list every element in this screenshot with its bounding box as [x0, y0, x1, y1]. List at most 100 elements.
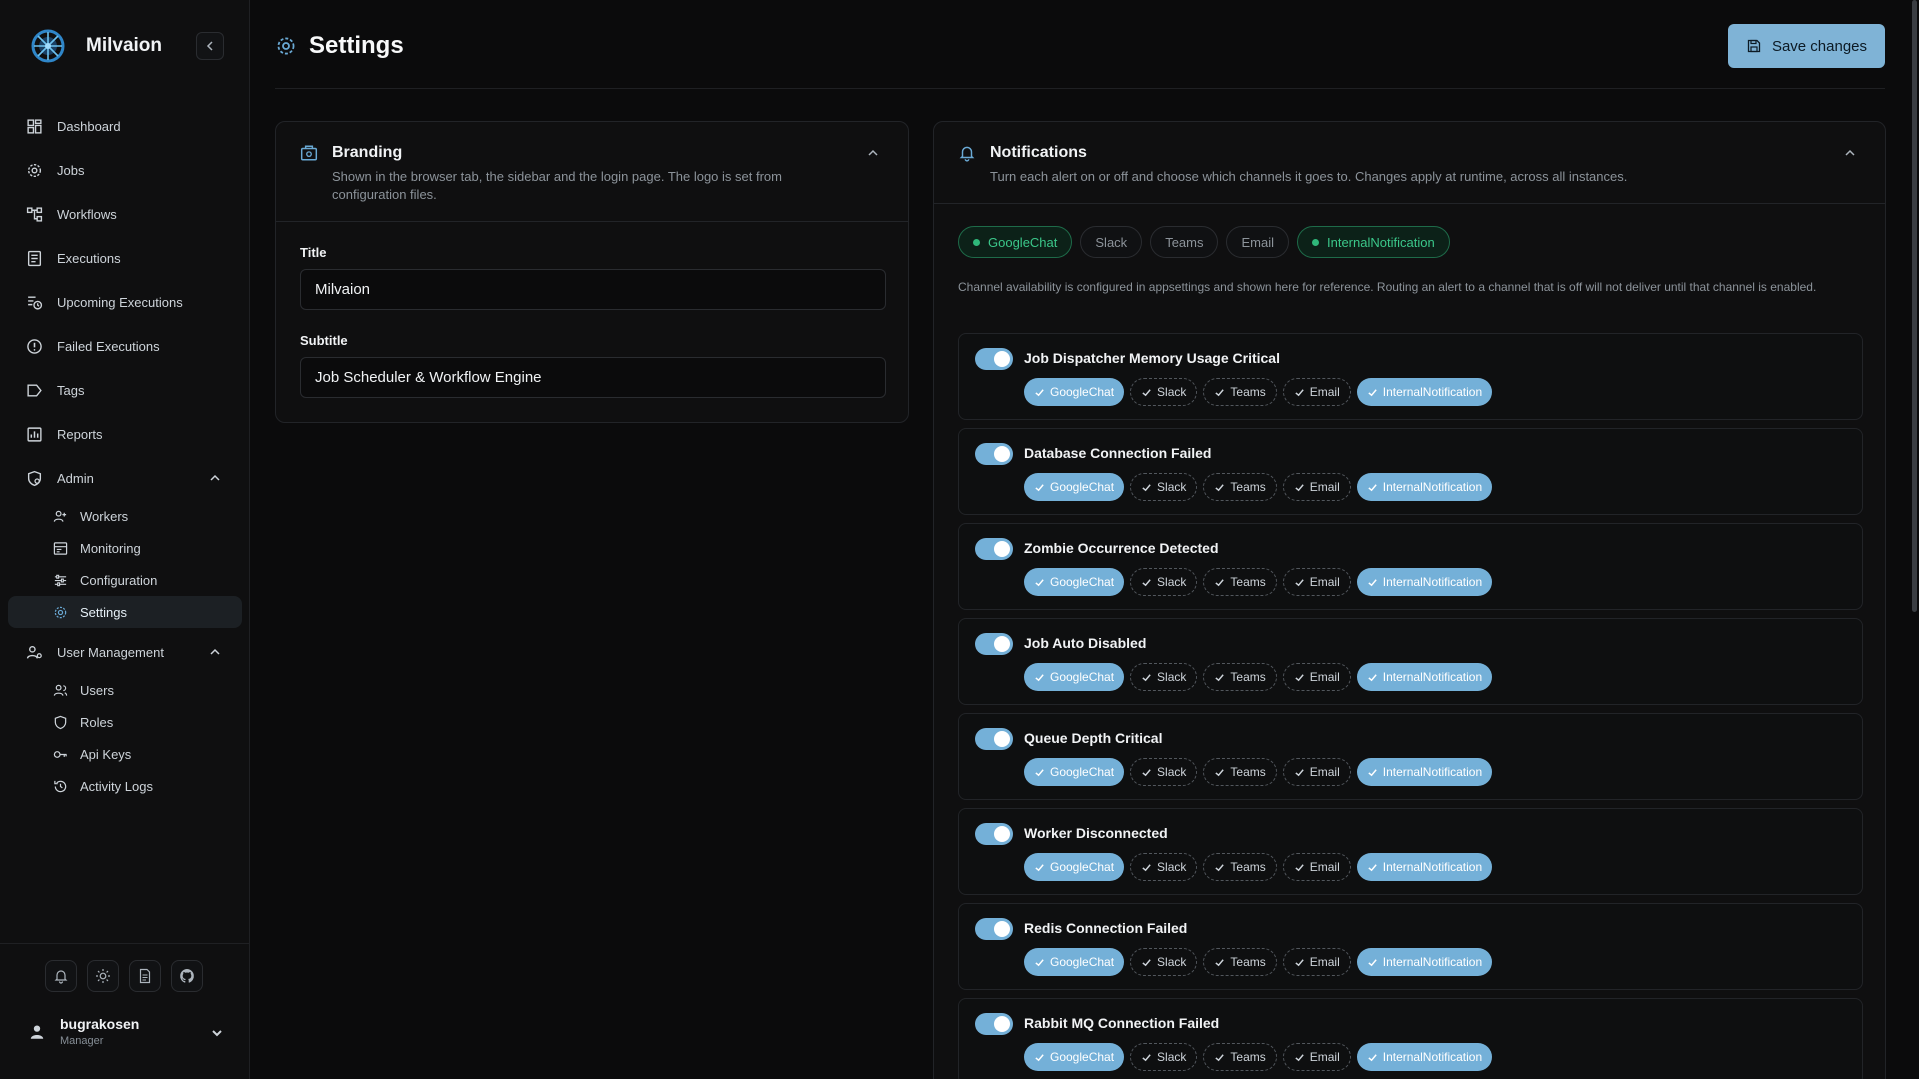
nav-tags[interactable]: Tags [8, 368, 242, 412]
scrollbar-thumb[interactable] [1912, 0, 1917, 612]
alert-channel-googlechat[interactable]: GoogleChat [1024, 568, 1125, 596]
nav-activity-logs[interactable]: Activity Logs [8, 770, 242, 802]
collapse-sidebar-button[interactable] [196, 32, 224, 60]
nav-reports[interactable]: Reports [8, 412, 242, 456]
alert-channel-internalnotification[interactable]: InternalNotification [1356, 663, 1493, 691]
chip-label: Email [1241, 234, 1274, 250]
alert-channel-slack[interactable]: Slack [1130, 758, 1198, 786]
key-icon [53, 750, 67, 758]
alert-toggle[interactable] [975, 823, 1013, 845]
chevron-up-icon[interactable] [1843, 146, 1857, 160]
alert-channel-email[interactable]: Email [1282, 378, 1351, 406]
alert-channel-googlechat[interactable]: GoogleChat [1024, 1043, 1125, 1071]
alert-channel-email[interactable]: Email [1282, 948, 1351, 976]
alert-channel-email[interactable]: Email [1282, 853, 1351, 881]
nav-label: Activity Logs [80, 778, 153, 794]
alert-channel-label: Email [1309, 385, 1340, 399]
alert-toggle[interactable] [975, 443, 1013, 465]
nav-dashboard[interactable]: Dashboard [8, 104, 242, 148]
alert-channel-teams[interactable]: Teams [1203, 1043, 1277, 1071]
alert-channel-internalnotification[interactable]: InternalNotification [1356, 568, 1493, 596]
nav-workflows[interactable]: Workflows [8, 192, 242, 236]
brand[interactable]: Milvaion [30, 28, 162, 64]
alert-channel-label: InternalNotification [1382, 575, 1483, 589]
settings-gear-icon [54, 606, 67, 618]
alert-channel-teams[interactable]: Teams [1203, 473, 1277, 501]
alert-channel-internalnotification[interactable]: InternalNotification [1356, 378, 1493, 406]
alert-name: Job Auto Disabled [1024, 635, 1147, 651]
alert-channel-googlechat[interactable]: GoogleChat [1024, 948, 1125, 976]
alert-channel-teams[interactable]: Teams [1203, 568, 1277, 596]
check-icon [1215, 768, 1225, 776]
alert-channel-label: Teams [1230, 385, 1266, 399]
chevron-up-icon[interactable] [866, 146, 880, 160]
alert-toggle[interactable] [975, 633, 1013, 655]
alert-channel-googlechat[interactable]: GoogleChat [1024, 378, 1125, 406]
alert-channel-teams[interactable]: Teams [1203, 948, 1277, 976]
nav-user-management-group[interactable]: User Management [8, 630, 242, 674]
title-input[interactable]: Milvaion [300, 269, 886, 310]
alert-channel-email[interactable]: Email [1282, 568, 1351, 596]
nav-roles[interactable]: Roles [8, 706, 242, 738]
nav-label: Executions [57, 250, 121, 266]
alert-channel-label: GoogleChat [1050, 575, 1115, 589]
alert-channel-teams[interactable]: Teams [1203, 758, 1277, 786]
alert-channel-googlechat[interactable]: GoogleChat [1024, 758, 1125, 786]
notifications-button[interactable] [45, 960, 77, 992]
alert-channel-teams[interactable]: Teams [1203, 663, 1277, 691]
alert-channel-slack[interactable]: Slack [1130, 568, 1198, 596]
alert-channel-teams[interactable]: Teams [1203, 853, 1277, 881]
alert-channel-internalnotification[interactable]: InternalNotification [1356, 758, 1493, 786]
nav-jobs[interactable]: Jobs [8, 148, 242, 192]
alert-channel-internalnotification[interactable]: InternalNotification [1356, 948, 1493, 976]
alert-channel-slack[interactable]: Slack [1130, 473, 1198, 501]
branding-header[interactable]: Branding Shown in the browser tab, the s… [276, 122, 908, 222]
alert-row: Redis Connection Failed GoogleChat Slack Te… [958, 903, 1863, 990]
alert-channel-internalnotification[interactable]: InternalNotification [1356, 473, 1493, 501]
alert-channel-label: Teams [1230, 575, 1266, 589]
alert-channel-slack[interactable]: Slack [1130, 663, 1198, 691]
github-button[interactable] [171, 960, 203, 992]
alert-channel-email[interactable]: Email [1282, 758, 1351, 786]
nav-workers[interactable]: Workers [8, 500, 242, 532]
alert-channel-internalnotification[interactable]: InternalNotification [1356, 853, 1493, 881]
notifications-header[interactable]: Notifications Turn each alert on or off … [934, 122, 1885, 204]
alert-channel-email[interactable]: Email [1282, 1043, 1351, 1071]
nav-configuration[interactable]: Configuration [8, 564, 242, 596]
nav-admin-group[interactable]: Admin [8, 456, 242, 500]
alert-toggle[interactable] [975, 538, 1013, 560]
nav-users[interactable]: Users [8, 674, 242, 706]
nav-settings[interactable]: Settings [8, 596, 242, 628]
alert-channel-slack[interactable]: Slack [1130, 378, 1198, 406]
alert-channel-email[interactable]: Email [1282, 663, 1351, 691]
theme-toggle-button[interactable] [87, 960, 119, 992]
alert-toggle[interactable] [975, 1013, 1013, 1035]
nav-monitoring[interactable]: Monitoring [8, 532, 242, 564]
nav-executions[interactable]: Executions [8, 236, 242, 280]
branding-icon [300, 145, 318, 161]
alert-channel-googlechat[interactable]: GoogleChat [1024, 473, 1125, 501]
subtitle-input[interactable]: Job Scheduler & Workflow Engine [300, 357, 886, 398]
alert-row: Zombie Occurrence Detected GoogleChat Slac… [958, 523, 1863, 610]
nav-failed-executions[interactable]: Failed Executions [8, 324, 242, 368]
save-changes-button[interactable]: Save changes [1728, 24, 1885, 68]
nav-api-keys[interactable]: Api Keys [8, 738, 242, 770]
alert-toggle[interactable] [975, 348, 1013, 370]
alert-channel-teams[interactable]: Teams [1203, 378, 1277, 406]
alert-channel-slack[interactable]: Slack [1130, 1043, 1198, 1071]
user-menu[interactable]: bugrakosen Manager [28, 1016, 224, 1047]
alert-toggle[interactable] [975, 728, 1013, 750]
alert-channel-internalnotification[interactable]: InternalNotification [1356, 1043, 1493, 1071]
report-icon [27, 426, 42, 442]
docs-button[interactable] [129, 960, 161, 992]
alert-channel-googlechat[interactable]: GoogleChat [1024, 663, 1125, 691]
alert-channel-chips: GoogleChat Slack Teams Email InternalNotific… [1024, 568, 1493, 596]
alert-channel-label: GoogleChat [1050, 765, 1115, 779]
alert-channel-slack[interactable]: Slack [1130, 853, 1198, 881]
alert-channel-email[interactable]: Email [1282, 473, 1351, 501]
alert-channel-slack[interactable]: Slack [1130, 948, 1198, 976]
nav-upcoming-executions[interactable]: Upcoming Executions [8, 280, 242, 324]
alert-toggle[interactable] [975, 918, 1013, 940]
alert-channel-googlechat[interactable]: GoogleChat [1024, 853, 1125, 881]
page-scrollbar[interactable] [1911, 0, 1919, 1079]
